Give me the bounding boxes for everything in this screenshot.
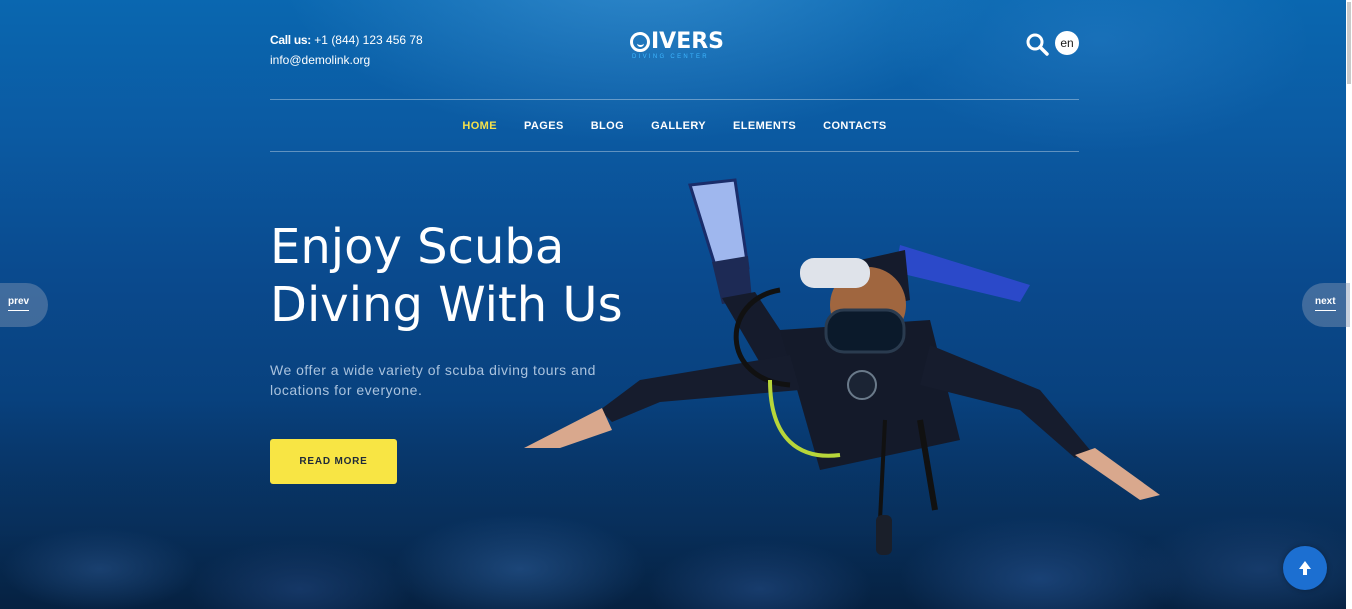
read-more-button[interactable]: READ MORE — [270, 439, 397, 484]
slider-next-button[interactable]: next — [1302, 283, 1350, 327]
prev-label: prev — [8, 296, 30, 311]
back-to-top-button[interactable] — [1283, 546, 1327, 590]
language-switcher[interactable]: en — [1055, 31, 1079, 55]
call-label: Call us: — [270, 33, 311, 47]
headline-line-1: Enjoy Scuba — [270, 219, 565, 275]
nav-item-gallery[interactable]: GALLERY — [651, 120, 706, 132]
next-label: next — [1315, 296, 1336, 311]
phone-line: Call us: +1 (844) 123 456 78 — [270, 30, 423, 50]
contact-info: Call us: +1 (844) 123 456 78 info@demoli… — [270, 30, 423, 70]
phone-number[interactable]: +1 (844) 123 456 78 — [314, 33, 422, 47]
logo-wordmark: IVERS — [630, 30, 730, 54]
nav-item-home[interactable]: HOME — [462, 120, 497, 132]
logo-o-icon — [630, 32, 650, 52]
logo[interactable]: IVERS DIVING CENTER — [630, 30, 730, 60]
search-icon — [1026, 33, 1049, 56]
nav-item-blog[interactable]: BLOG — [591, 120, 624, 132]
nav-item-pages[interactable]: PAGES — [524, 120, 564, 132]
search-button[interactable] — [1025, 32, 1049, 56]
main-navigation: HOME PAGES BLOG GALLERY ELEMENTS CONTACT… — [270, 99, 1079, 152]
hero-subtext: We offer a wide variety of scuba diving … — [270, 362, 596, 398]
headline-line-2: Diving With Us — [270, 277, 623, 333]
logo-tagline: DIVING CENTER — [632, 54, 709, 60]
hero-headline: Enjoy Scuba Diving With Us — [270, 218, 690, 334]
scrollbar-thumb[interactable] — [1347, 2, 1351, 84]
slider-prev-button[interactable]: prev — [0, 283, 48, 327]
nav-item-contacts[interactable]: CONTACTS — [823, 120, 887, 132]
hero-section: Call us: +1 (844) 123 456 78 info@demoli… — [0, 0, 1352, 609]
arrow-up-icon — [1299, 561, 1311, 575]
logo-text: IVERS — [651, 29, 725, 54]
coral-reef-background — [0, 399, 1352, 609]
nav-item-elements[interactable]: ELEMENTS — [733, 120, 796, 132]
email-address[interactable]: info@demolink.org — [270, 50, 423, 70]
